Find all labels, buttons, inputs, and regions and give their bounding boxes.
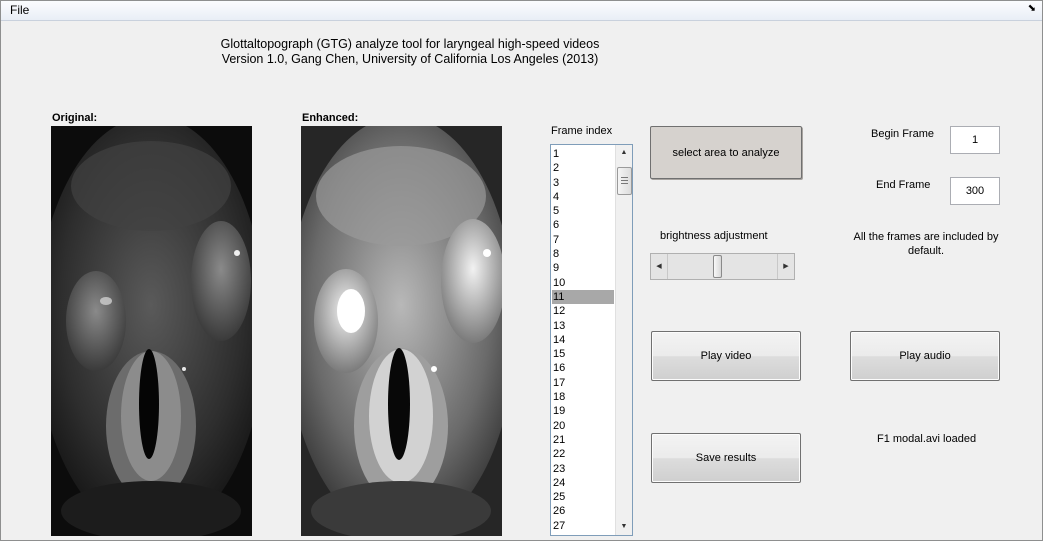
brightness-slider[interactable]: ◀ ▶ xyxy=(650,253,795,280)
menu-bar: File ⬊ xyxy=(1,1,1042,21)
play-video-button[interactable]: Play video xyxy=(651,331,801,381)
frame-index-items: 1 2 3 4 5 6 7 8 9 10 11 12 13 14 15 16 17 18 19 20 21 22 23 24 2… xyxy=(552,147,614,533)
frame-list-item[interactable]: 16 xyxy=(552,361,614,375)
end-frame-label: End Frame xyxy=(876,179,931,191)
frame-index-label: Frame index xyxy=(551,125,613,137)
frames-default-note: All the frames are included by default. xyxy=(853,231,999,257)
frame-list-item[interactable]: 24 xyxy=(552,476,614,490)
frame-list-item[interactable]: 5 xyxy=(552,204,614,218)
up-arrow-icon[interactable]: ▲ xyxy=(616,145,632,161)
frame-list-item[interactable]: 4 xyxy=(552,190,614,204)
frame-list-item[interactable]: 17 xyxy=(552,376,614,390)
begin-frame-label: Begin Frame xyxy=(871,128,934,140)
frame-list-item[interactable]: 14 xyxy=(552,333,614,347)
frame-index-listbox[interactable]: 1 2 3 4 5 6 7 8 9 10 11 12 13 14 15 16 17 18 19 20 21 22 23 24 2… xyxy=(550,144,633,536)
frame-list-item[interactable]: 20 xyxy=(552,419,614,433)
frame-list-item[interactable]: 23 xyxy=(552,462,614,476)
scroll-thumb[interactable] xyxy=(617,167,632,195)
frame-list-item[interactable]: 11 xyxy=(552,289,614,305)
frame-list-item[interactable]: 9 xyxy=(552,261,614,275)
frame-list-item[interactable]: 12 xyxy=(552,304,614,318)
menu-file[interactable]: File xyxy=(10,3,29,17)
original-label: Original: xyxy=(52,112,98,124)
frame-list-item[interactable]: 26 xyxy=(552,504,614,518)
frame-list-item[interactable]: 22 xyxy=(552,447,614,461)
frame-list-item[interactable]: 3 xyxy=(552,176,614,190)
left-arrow-icon[interactable]: ◀ xyxy=(651,254,668,279)
frame-list-item[interactable]: 27 xyxy=(552,519,614,533)
frame-list-item[interactable]: 15 xyxy=(552,347,614,361)
frame-list-item[interactable]: 2 xyxy=(552,161,614,175)
begin-frame-input[interactable]: 1 xyxy=(950,126,1000,154)
frame-list-item[interactable]: 7 xyxy=(552,233,614,247)
frame-list-item[interactable]: 10 xyxy=(552,276,614,290)
frame-list-item[interactable]: 1 xyxy=(552,147,614,161)
enhanced-label: Enhanced: xyxy=(302,112,359,124)
brightness-label: brightness adjustment xyxy=(660,230,768,242)
frame-list-item[interactable]: 18 xyxy=(552,390,614,404)
save-results-button[interactable]: Save results xyxy=(651,433,801,483)
brightness-slider-thumb[interactable] xyxy=(713,255,722,278)
right-arrow-icon[interactable]: ▶ xyxy=(777,254,794,279)
restore-icon[interactable]: ⬊ xyxy=(1028,3,1036,14)
title-line-1: Glottaltopograph (GTG) analyze tool for … xyxy=(220,37,600,51)
down-arrow-icon[interactable]: ▼ xyxy=(616,519,632,535)
frame-list-item[interactable]: 13 xyxy=(552,319,614,333)
frame-list-item[interactable]: 25 xyxy=(552,490,614,504)
select-area-button[interactable]: select area to analyze xyxy=(650,126,802,179)
frame-list-item[interactable]: 21 xyxy=(552,433,614,447)
app-title: Glottaltopograph (GTG) analyze tool for … xyxy=(180,37,640,67)
status-text: F1 modal.avi loaded xyxy=(877,433,977,445)
frame-list-scrollbar[interactable]: ▲ ▼ xyxy=(615,145,632,535)
play-audio-button[interactable]: Play audio xyxy=(850,331,1000,381)
frame-list-item[interactable]: 19 xyxy=(552,404,614,418)
frame-list-item[interactable]: 8 xyxy=(552,247,614,261)
frame-list-item[interactable]: 6 xyxy=(552,218,614,232)
title-line-2: Version 1.0, Gang Chen, University of Ca… xyxy=(221,52,599,66)
enhanced-video-frame xyxy=(301,126,502,536)
end-frame-input[interactable]: 300 xyxy=(950,177,1000,205)
original-video-frame xyxy=(51,126,252,536)
